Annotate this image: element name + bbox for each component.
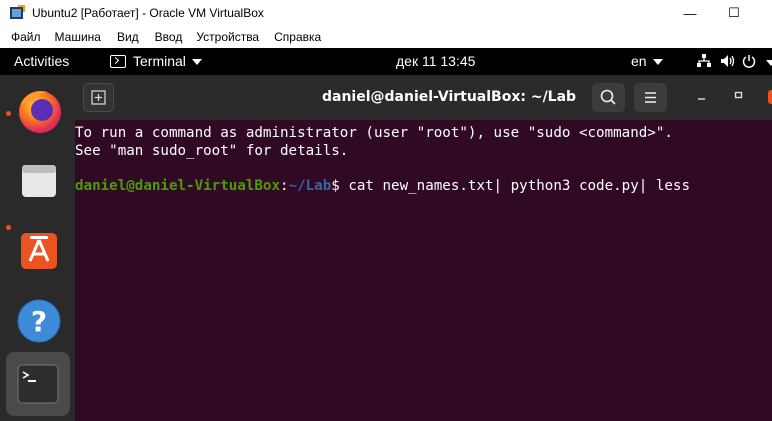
maximize-icon: ☐ xyxy=(728,5,740,20)
menu-devices[interactable]: Устройства xyxy=(196,30,259,44)
prompt-path: ~/Lab xyxy=(288,178,332,194)
menu-view[interactable]: Вид xyxy=(117,30,139,44)
search-icon xyxy=(600,89,616,105)
hamburger-menu-button[interactable] xyxy=(634,83,667,112)
dock-files[interactable] xyxy=(8,150,70,212)
help-icon: ? xyxy=(17,299,61,343)
vbox-menu-bar: Файл Машина Вид Ввод Устройства Справка xyxy=(0,26,772,48)
minimize-icon xyxy=(698,98,705,100)
maximize-icon xyxy=(734,91,743,99)
vbox-title-bar: Ubuntu2 [Работает] - Oracle VM VirtualBo… xyxy=(0,0,772,26)
new-tab-icon xyxy=(91,90,106,105)
language-indicator[interactable]: en xyxy=(631,53,663,69)
gnome-top-bar: Activities Terminal дек 11 13:45 en xyxy=(0,48,772,75)
maximize-button[interactable]: ☐ xyxy=(711,0,757,26)
terminal-minimize-button[interactable] xyxy=(697,89,707,104)
terminal-line: See "man sudo_root" for details. xyxy=(75,143,349,159)
terminal-icon xyxy=(17,364,59,404)
menu-input[interactable]: Ввод xyxy=(155,30,183,44)
minimize-icon: — xyxy=(683,5,697,21)
terminal-line: To run a command as administrator (user … xyxy=(75,125,673,141)
dock-firefox[interactable] xyxy=(8,80,70,142)
terminal-window-title: daniel@daniel-VirtualBox: ~/Lab xyxy=(322,89,577,105)
dock: ? xyxy=(0,75,75,421)
menu-file[interactable]: Файл xyxy=(11,30,41,44)
new-tab-button[interactable] xyxy=(83,83,114,112)
dock-terminal[interactable] xyxy=(6,352,70,416)
prompt-user-host: daniel@daniel-VirtualBox xyxy=(75,178,280,194)
hamburger-menu-icon xyxy=(645,92,656,103)
terminal-small-icon xyxy=(110,54,126,68)
search-button[interactable] xyxy=(592,83,625,112)
system-menu-caret-icon[interactable] xyxy=(766,60,772,66)
menu-help[interactable]: Справка xyxy=(274,30,321,44)
guest-screen: Activities Terminal дек 11 13:45 en ? da… xyxy=(0,48,772,421)
files-icon xyxy=(22,165,56,197)
terminal-output[interactable]: To run a command as administrator (user … xyxy=(75,120,772,421)
dropdown-caret-icon xyxy=(191,59,202,65)
activities-button[interactable]: Activities xyxy=(14,53,69,69)
terminal-header-bar: daniel@daniel-VirtualBox: ~/Lab xyxy=(75,75,772,120)
firefox-icon xyxy=(19,91,61,133)
vbox-window-title: Ubuntu2 [Работает] - Oracle VM VirtualBo… xyxy=(32,6,264,20)
prompt-line: daniel@daniel-VirtualBox:~/Lab$ cat new_… xyxy=(75,178,690,195)
svg-text:?: ? xyxy=(31,305,47,338)
terminal-close-button[interactable] xyxy=(768,90,772,104)
software-store-icon xyxy=(21,233,57,269)
dock-ubuntu-software[interactable] xyxy=(8,220,70,282)
prompt-dollar: $ xyxy=(331,178,340,194)
app-menu-terminal[interactable]: Terminal xyxy=(110,53,202,69)
volume-icon[interactable] xyxy=(720,54,736,71)
power-icon[interactable] xyxy=(742,54,756,71)
prompt-colon: : xyxy=(280,178,289,194)
virtualbox-app-icon xyxy=(9,5,25,21)
network-icon[interactable] xyxy=(697,54,711,71)
menu-machine[interactable]: Машина xyxy=(55,30,101,44)
dock-help[interactable]: ? xyxy=(8,290,70,352)
language-caret-icon xyxy=(652,59,663,65)
terminal-maximize-button[interactable] xyxy=(734,89,744,104)
typed-command: cat new_names.txt| python3 code.py| less xyxy=(339,178,691,194)
app-menu-label: Terminal xyxy=(133,53,186,69)
clock[interactable]: дек 11 13:45 xyxy=(396,53,475,69)
minimize-button[interactable]: — xyxy=(667,0,713,26)
language-label: en xyxy=(631,53,647,69)
